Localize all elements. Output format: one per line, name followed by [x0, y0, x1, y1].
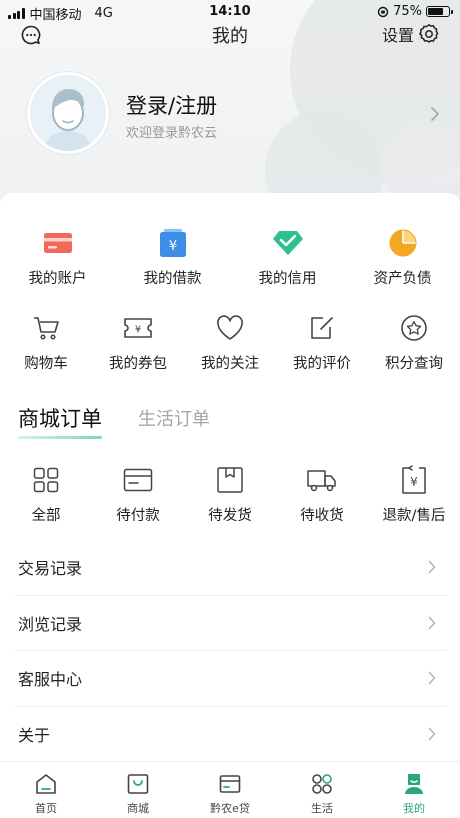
pending-shipment-button[interactable]: 待发货 — [184, 464, 276, 525]
shop-icon — [127, 774, 149, 794]
favorites-button[interactable]: 我的关注 — [184, 312, 276, 373]
pending-receipt-button[interactable]: 待收货 — [276, 464, 368, 525]
coupon-icon: ¥ — [124, 318, 152, 338]
tab-label: 黔农e贷 — [210, 802, 250, 815]
loan-tab-icon — [219, 775, 241, 793]
menu-item-label: 浏览记录 — [18, 614, 83, 634]
all-orders-button[interactable]: 全部 — [0, 464, 92, 525]
reviews-button[interactable]: 我的评价 — [276, 312, 368, 373]
chevron-right-icon — [428, 727, 436, 740]
wallet-icon — [123, 468, 153, 492]
coupon-button[interactable]: ¥ 我的券包 — [92, 312, 184, 373]
finance-label: 我的信用 — [258, 271, 317, 287]
settings-label: 设置 — [381, 26, 414, 45]
menu-item-label: 交易记录 — [18, 559, 83, 579]
tab-label: 我的 — [403, 802, 425, 815]
battery-percent: 75% — [393, 4, 422, 19]
loan-icon: ¥ — [159, 229, 186, 257]
chevron-right-icon — [428, 671, 436, 685]
svg-text:¥: ¥ — [135, 325, 141, 336]
chevron-right-icon — [428, 560, 436, 574]
menu-item-about[interactable]: 关于 — [14, 707, 446, 763]
pending-payment-button[interactable]: 待付款 — [92, 464, 184, 525]
order-status-label: 待发货 — [208, 508, 252, 524]
shortcut-label: 我的评价 — [293, 356, 351, 372]
menu-item-transactions[interactable]: 交易记录 — [14, 540, 446, 596]
battery-icon — [426, 6, 453, 17]
cart-icon — [34, 317, 59, 340]
tab-e-loan[interactable]: 黔农e贷 — [184, 762, 276, 818]
assets-liabilities-button[interactable]: 资产负债 — [345, 227, 460, 288]
navigation-bar: 我的 设置 — [0, 20, 460, 50]
finance-label: 我的账户 — [28, 271, 87, 287]
shortcut-label: 积分查询 — [385, 356, 443, 372]
status-right: 75% — [377, 4, 453, 19]
tab-home[interactable]: 首页 — [0, 762, 92, 818]
order-status-label: 待收货 — [300, 508, 344, 524]
user-icon — [405, 774, 423, 794]
tab-mall-orders[interactable]: 商城订单 — [18, 403, 102, 439]
star-icon — [401, 315, 427, 341]
login-register-link[interactable]: 登录/注册 — [126, 90, 217, 120]
edit-icon — [311, 317, 333, 339]
points-button[interactable]: 积分查询 — [368, 312, 460, 373]
shortcut-row: 购物车 ¥ 我的券包 我的关注 我的评价 积分查询 — [0, 312, 460, 373]
tab-label: 生活 — [311, 802, 333, 815]
shortcut-label: 我的关注 — [201, 356, 259, 372]
bottom-tab-bar: 首页 商城 黔农e贷 生活 我的 — [0, 761, 460, 818]
default-avatar-icon — [44, 89, 92, 151]
life-icon — [312, 774, 332, 794]
menu-item-label: 关于 — [18, 726, 51, 746]
menu-item-label: 客服中心 — [18, 670, 83, 690]
my-loan-button[interactable]: ¥ 我的借款 — [115, 227, 230, 288]
shortcut-label: 我的券包 — [109, 356, 167, 372]
menu-list: 交易记录 浏览记录 客服中心 关于 — [0, 540, 460, 762]
tab-life[interactable]: 生活 — [276, 762, 368, 818]
main-card: 我的账户 ¥ 我的借款 我的信用 资产负债 购物车 ¥ 我的券包 我的关注 我的… — [0, 193, 460, 761]
chevron-right-icon[interactable] — [430, 106, 440, 122]
my-credit-button[interactable]: 我的信用 — [230, 227, 345, 288]
tab-label: 首页 — [35, 802, 57, 815]
gear-icon — [419, 24, 439, 43]
status-bar: 中国移动 4G 14:10 75% — [0, 0, 460, 23]
diamond-icon — [272, 231, 303, 255]
box-icon — [217, 467, 243, 493]
finance-row: 我的账户 ¥ 我的借款 我的信用 资产负债 — [0, 227, 460, 288]
svg-text:¥: ¥ — [168, 239, 176, 254]
chevron-right-icon — [428, 616, 436, 629]
pie-icon — [389, 229, 416, 257]
svg-text:¥: ¥ — [410, 475, 418, 489]
tab-mall[interactable]: 商城 — [92, 762, 184, 818]
settings-button[interactable]: 设置 — [382, 22, 440, 46]
card-icon — [43, 233, 72, 253]
finance-label: 我的借款 — [143, 271, 202, 287]
grid-icon — [33, 467, 59, 493]
menu-item-history[interactable]: 浏览记录 — [14, 596, 446, 651]
orientation-lock-icon — [377, 6, 389, 17]
avatar[interactable] — [27, 72, 109, 154]
order-status-label: 全部 — [31, 508, 61, 524]
tab-mine[interactable]: 我的 — [368, 762, 460, 818]
truck-icon — [307, 470, 336, 492]
order-tabs: 商城订单 生活订单 — [18, 399, 210, 439]
tab-label: 商城 — [127, 802, 149, 815]
order-status-row: 全部 待付款 待发货 待收货 ¥ 退款/售后 — [0, 464, 460, 525]
menu-item-customer-service[interactable]: 客服中心 — [14, 651, 446, 707]
shortcut-label: 购物车 — [24, 356, 68, 372]
profile-section[interactable]: 登录/注册 欢迎登录黔农云 — [0, 70, 460, 160]
order-status-label: 待付款 — [116, 508, 160, 524]
tab-life-orders[interactable]: 生活订单 — [138, 405, 210, 439]
home-icon — [36, 774, 56, 794]
refund-button[interactable]: ¥ 退款/售后 — [368, 464, 460, 525]
profile-subtitle: 欢迎登录黔农云 — [126, 126, 218, 141]
refund-icon: ¥ — [402, 465, 426, 494]
finance-label: 资产负债 — [373, 271, 432, 287]
order-status-label: 退款/售后 — [382, 508, 446, 524]
my-account-button[interactable]: 我的账户 — [0, 227, 115, 288]
cart-button[interactable]: 购物车 — [0, 312, 92, 373]
heart-icon — [217, 315, 243, 340]
